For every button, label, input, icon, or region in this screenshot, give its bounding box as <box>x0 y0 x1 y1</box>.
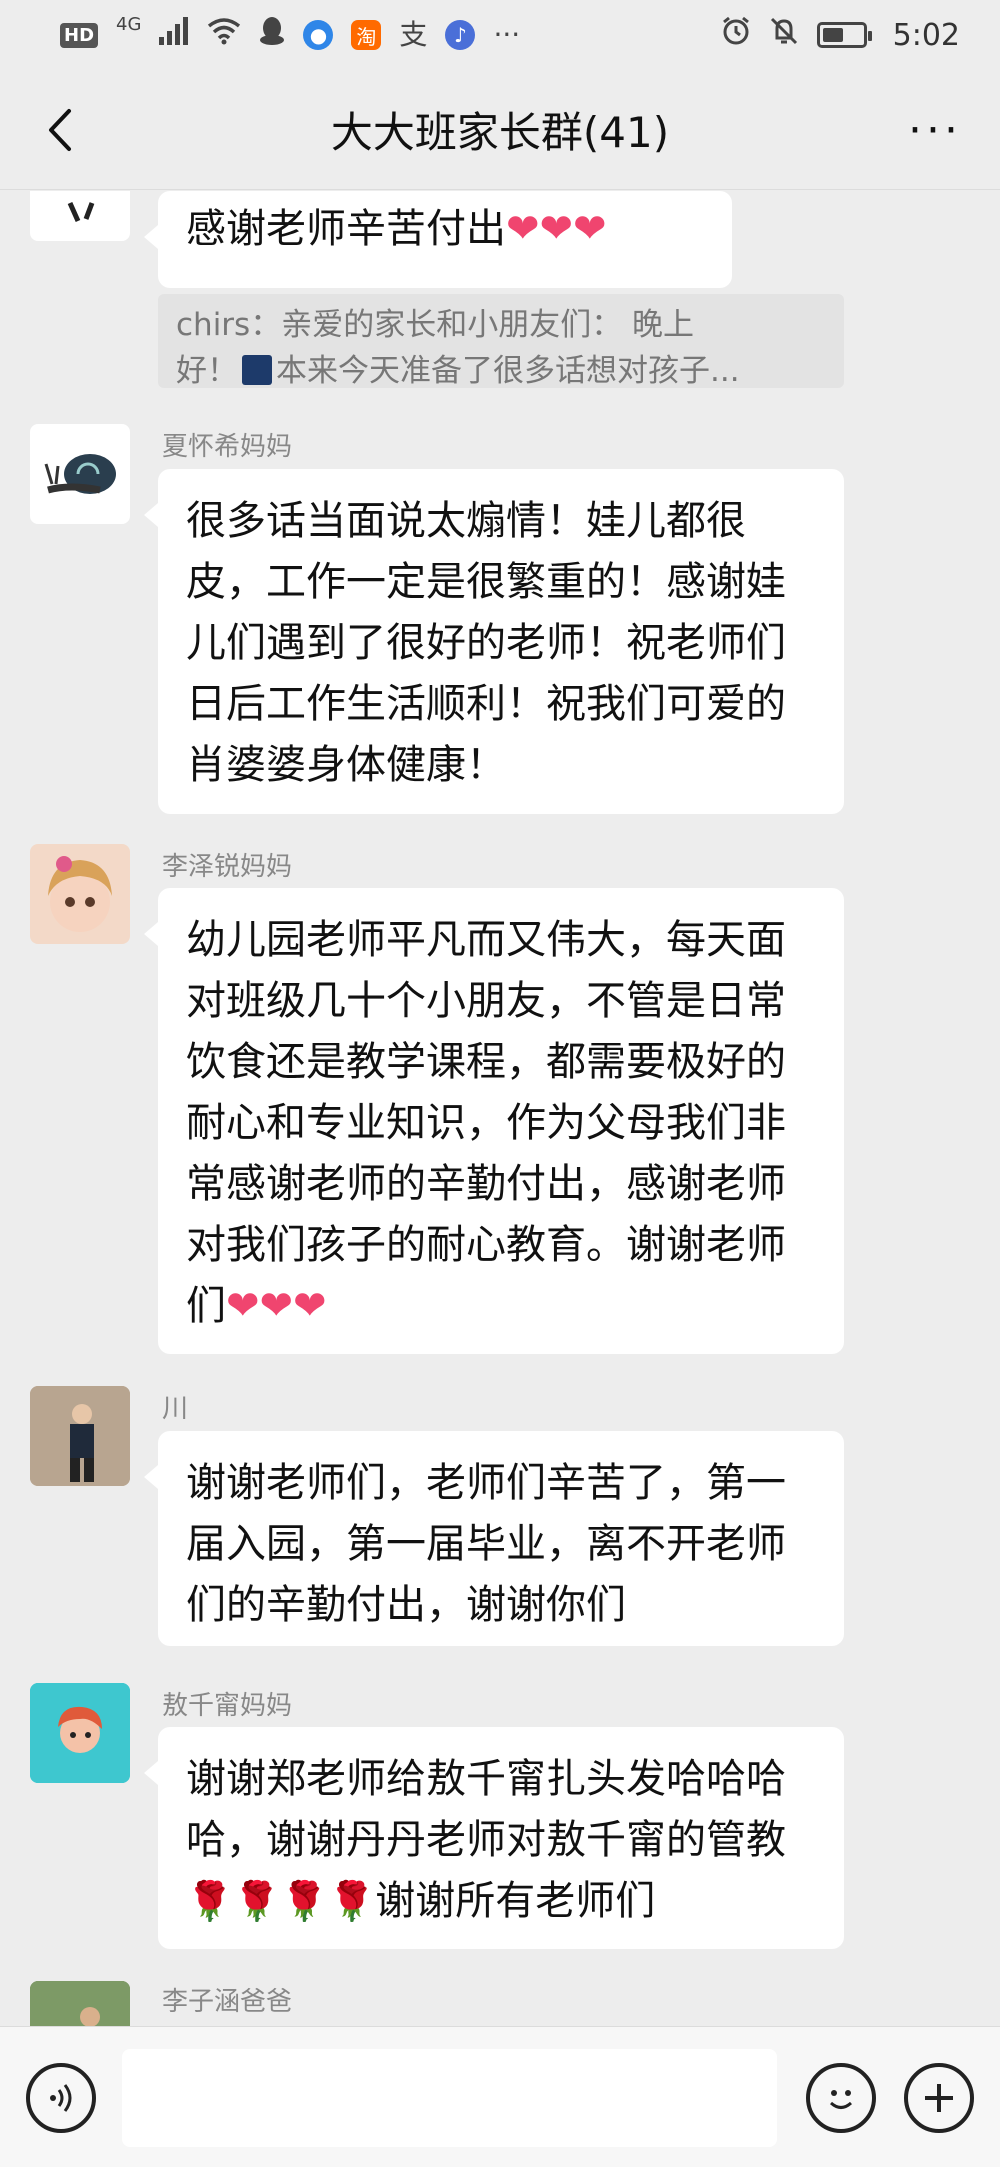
add-button[interactable] <box>904 2063 974 2133</box>
sender-name: 夏怀希妈妈 <box>162 432 293 462</box>
heart-emoji: ❤❤❤ <box>506 206 607 252</box>
alarm-icon <box>721 16 751 54</box>
battery-icon <box>816 22 872 48</box>
message-bubble[interactable]: 幼儿园老师平凡而又伟大，每天面对班级几十个小朋友，不管是日常饮食还是教学课程，都… <box>144 888 844 1354</box>
quote-line: 本来今天准备了很多话想对孩子... <box>276 353 740 388</box>
more-options-button[interactable]: ··· <box>900 100 970 160</box>
message-text: 幼儿园老师平凡而又伟大，每天面对班级几十个小朋友，不管是日常饮食还是教学课程，都… <box>186 917 786 1329</box>
more-notifications: ··· <box>493 18 521 51</box>
avatar[interactable] <box>30 1683 130 1783</box>
chat-area[interactable]: 感谢老师辛苦付出❤❤❤ chirs：亲爱的家长和小朋友们： 晚上 好！ 本来今天准… <box>0 191 1000 2026</box>
avatar[interactable] <box>30 1386 130 1486</box>
status-bar: HD 4G ● 淘 支 ♪ ··· 5:02 <box>0 0 1000 70</box>
message-bubble[interactable]: 谢谢老师们，老师们辛苦了，第一届入园，第一届毕业，离不开老师们的辛勤付出，谢谢你… <box>144 1431 844 1646</box>
status-right: 5:02 <box>721 16 960 54</box>
message-text: 感谢老师辛苦付出 <box>186 206 506 252</box>
message-text: 谢谢老师们，老师们辛苦了，第一届入园，第一届毕业，离不开老师们的辛勤付出，谢谢你… <box>186 1460 786 1628</box>
night-image-emoji <box>242 355 272 385</box>
back-button[interactable] <box>30 100 90 160</box>
quote-line: chirs：亲爱的家长和小朋友们： 晚上 <box>176 307 695 343</box>
sender-name: 川 <box>162 1394 189 1424</box>
chevron-left-icon <box>49 109 71 151</box>
network-type: 4G <box>116 14 142 35</box>
input-bar <box>0 2026 1000 2167</box>
status-left: HD 4G ● 淘 支 ♪ ··· <box>60 16 520 54</box>
signal-icon <box>159 17 189 53</box>
page-title: 大大班家长群(41) <box>330 108 670 157</box>
app-blue-icon: ● <box>303 20 334 50</box>
message-text: 谢谢郑老师给敖千甯扎头发哈哈哈哈，谢谢丹丹老师对敖千甯的管教 <box>186 1756 786 1863</box>
qq-icon <box>259 16 285 54</box>
taobao-icon: 淘 <box>351 20 382 50</box>
nav-bar: 大大班家长群(41) ··· <box>0 70 1000 190</box>
quote-line: 好！ <box>176 353 238 388</box>
alipay-icon: 支 <box>399 18 428 51</box>
smiley-icon <box>829 2090 853 2109</box>
clock: 5:02 <box>892 17 960 53</box>
voice-icon <box>50 2084 72 2112</box>
avatar[interactable] <box>30 844 130 944</box>
plus-icon <box>925 2084 953 2112</box>
voice-button[interactable] <box>26 2063 96 2133</box>
sender-name: 李子涵爸爸 <box>162 1987 293 2017</box>
message-text: 谢谢所有老师们 <box>375 1878 656 1924</box>
avatar[interactable] <box>30 191 130 241</box>
avatar[interactable] <box>30 1981 130 2026</box>
hd-badge: HD <box>60 22 99 48</box>
message-input[interactable] <box>122 2049 777 2147</box>
avatar[interactable] <box>30 424 130 524</box>
message-bubble[interactable]: 谢谢郑老师给敖千甯扎头发哈哈哈哈，谢谢丹丹老师对敖千甯的管教 🌹🌹🌹🌹谢谢所有老师… <box>144 1727 844 1949</box>
wifi-icon <box>207 17 241 53</box>
rose-emoji: 🌹🌹🌹🌹 <box>186 1879 376 1923</box>
music-icon: ♪ <box>445 20 476 50</box>
message-bubble[interactable]: 很多话当面说太煽情！娃儿都很皮，工作一定是很繁重的！感谢娃儿们遇到了很好的老师！… <box>144 469 844 814</box>
heart-emoji: ❤❤❤ <box>226 1283 327 1329</box>
sender-name: 敖千甯妈妈 <box>162 1691 293 1721</box>
emoji-button[interactable] <box>806 2063 876 2133</box>
sender-name: 李泽锐妈妈 <box>162 852 293 882</box>
mute-icon <box>769 16 799 54</box>
quoted-message[interactable]: chirs：亲爱的家长和小朋友们： 晚上 好！ 本来今天准备了很多话想对孩子... <box>158 294 844 388</box>
message-bubble[interactable]: 感谢老师辛苦付出❤❤❤ <box>144 191 732 288</box>
message-text: 很多话当面说太煽情！娃儿都很皮，工作一定是很繁重的！感谢娃儿们遇到了很好的老师！… <box>186 498 786 788</box>
